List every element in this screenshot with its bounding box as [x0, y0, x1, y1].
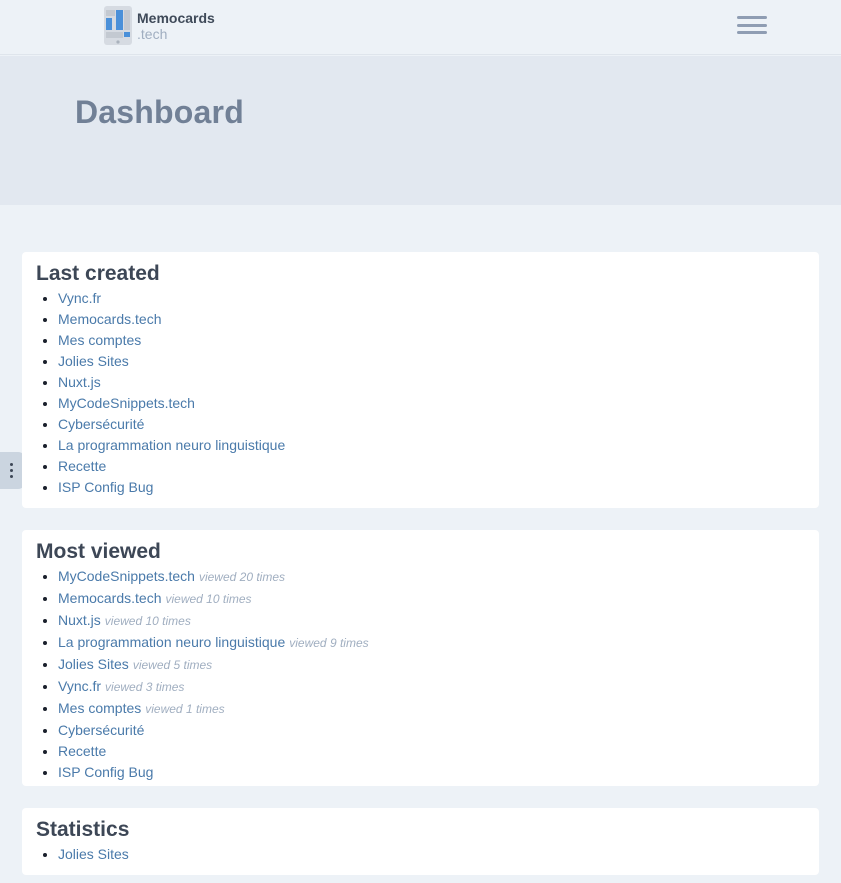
memo-link[interactable]: Nuxt.js: [58, 612, 101, 628]
memo-link[interactable]: Mes comptes: [58, 700, 141, 716]
logo-link[interactable]: Memocards .tech: [103, 5, 215, 46]
list-item: Mes comptes: [58, 330, 805, 351]
list-item: Cybersécurité: [58, 720, 805, 741]
logo-tld: .tech: [137, 26, 168, 42]
most-viewed-card: Most viewed MyCodeSnippets.techviewed 20…: [22, 530, 819, 786]
memo-link[interactable]: Vync.fr: [58, 290, 101, 306]
list-item: MyCodeSnippets.tech: [58, 393, 805, 414]
hamburger-line-icon: [737, 31, 767, 34]
last-created-list: Vync.fr Memocards.tech Mes comptes Jolie…: [36, 288, 805, 498]
hamburger-menu-button[interactable]: [736, 14, 768, 36]
view-count: viewed 10 times: [104, 614, 191, 628]
list-item: Nuxt.js: [58, 372, 805, 393]
memo-link[interactable]: La programmation neuro linguistique: [58, 437, 285, 453]
memo-link[interactable]: Nuxt.js: [58, 374, 101, 390]
view-count: viewed 20 times: [198, 570, 286, 584]
memo-link[interactable]: ISP Config Bug: [58, 479, 153, 495]
view-count: viewed 3 times: [105, 680, 185, 694]
memo-link[interactable]: Cybersécurité: [58, 722, 144, 738]
list-item: Nuxt.jsviewed 10 times: [58, 610, 805, 632]
page-header: Dashboard: [0, 56, 841, 205]
memo-link[interactable]: Jolies Sites: [58, 656, 129, 672]
logo-text: Memocards .tech: [137, 5, 215, 42]
memo-link[interactable]: ISP Config Bug: [58, 764, 153, 780]
list-item: ISP Config Bug: [58, 477, 805, 498]
view-count: viewed 5 times: [132, 658, 213, 672]
memo-link[interactable]: Jolies Sites: [58, 846, 129, 862]
memo-link[interactable]: Memocards.tech: [58, 311, 161, 327]
most-viewed-title: Most viewed: [36, 540, 161, 563]
most-viewed-list: MyCodeSnippets.techviewed 20 times Memoc…: [36, 566, 805, 783]
statistics-title: Statistics: [36, 818, 130, 841]
last-created-title: Last created: [36, 262, 160, 285]
list-item: Jolies Sitesviewed 5 times: [58, 654, 805, 676]
memo-link[interactable]: La programmation neuro linguistique: [58, 634, 285, 650]
top-navbar: Memocards .tech: [0, 0, 841, 55]
memo-link[interactable]: Mes comptes: [58, 332, 141, 348]
memo-link[interactable]: Memocards.tech: [58, 590, 161, 606]
memo-link[interactable]: Vync.fr: [58, 678, 101, 694]
statistics-card: Statistics Jolies Sites: [22, 808, 819, 875]
memo-link[interactable]: MyCodeSnippets.tech: [58, 395, 195, 411]
memo-link[interactable]: Recette: [58, 743, 106, 759]
list-item: Recette: [58, 456, 805, 477]
hamburger-line-icon: [737, 23, 767, 27]
list-item: Memocards.tech: [58, 309, 805, 330]
list-item: Recette: [58, 741, 805, 762]
list-item: Memocards.tech viewed 10 times: [58, 588, 805, 610]
memo-link[interactable]: Cybersécurité: [58, 416, 144, 432]
list-item: Jolies Sites: [58, 844, 805, 865]
hamburger-line-icon: [737, 16, 767, 19]
memo-link[interactable]: MyCodeSnippets.tech: [58, 568, 195, 584]
logo-icon: [104, 6, 132, 45]
dot-icon: [9, 475, 13, 478]
view-count: viewed 10 times: [165, 592, 252, 606]
dot-icon: [9, 469, 13, 472]
view-count: viewed 1 times: [145, 702, 225, 716]
logo-name: Memocards: [137, 10, 215, 26]
last-created-card: Last created Vync.fr Memocards.tech Mes …: [22, 252, 819, 508]
list-item: Mes comptes viewed 1 times: [58, 698, 805, 720]
list-item: MyCodeSnippets.techviewed 20 times: [58, 566, 805, 588]
memo-link[interactable]: Recette: [58, 458, 106, 474]
list-item: Jolies Sites: [58, 351, 805, 372]
dot-icon: [9, 463, 13, 466]
page-title: Dashboard: [75, 94, 244, 130]
memo-link[interactable]: Jolies Sites: [58, 353, 129, 369]
view-count: viewed 9 times: [289, 636, 369, 650]
list-item: Cybersécurité: [58, 414, 805, 435]
list-item: Vync.fr viewed 3 times: [58, 676, 805, 698]
list-item: La programmation neuro linguistique: [58, 435, 805, 456]
list-item: Vync.fr: [58, 288, 805, 309]
list-item: La programmation neuro linguistique viewe…: [58, 632, 805, 654]
list-item: ISP Config Bug: [58, 762, 805, 783]
statistics-list: Jolies Sites: [36, 844, 805, 865]
